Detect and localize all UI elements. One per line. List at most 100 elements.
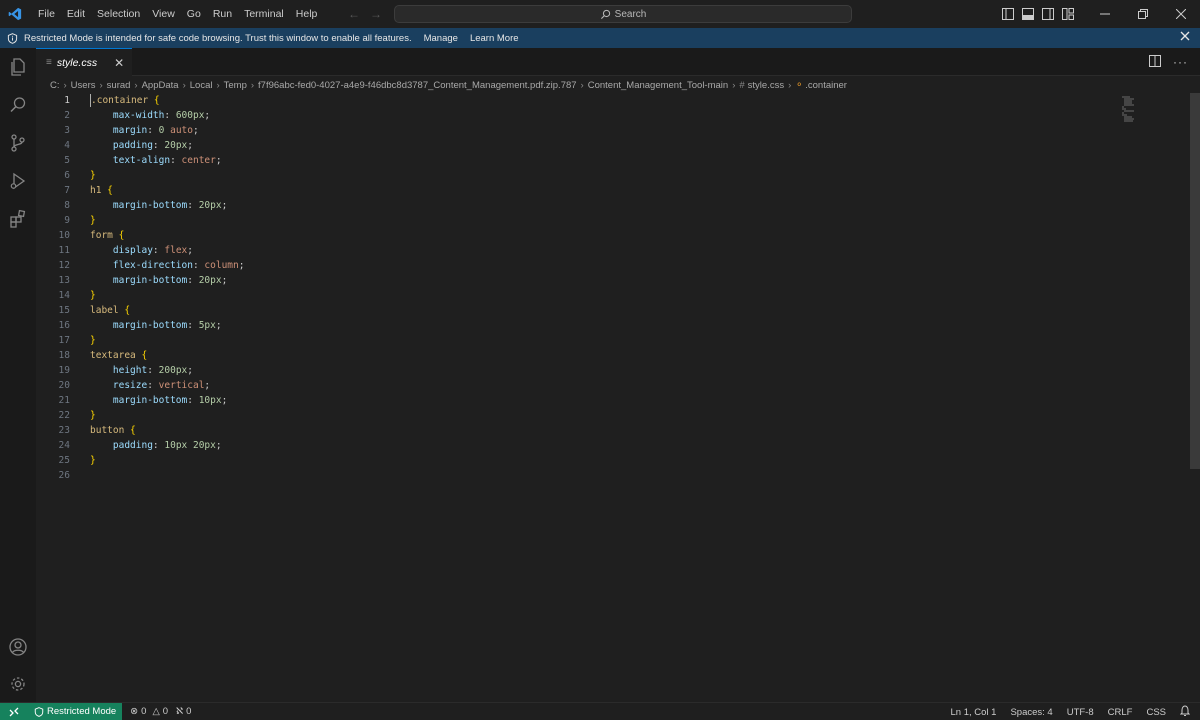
extensions-icon[interactable]	[0, 200, 36, 238]
menu-item-view[interactable]: View	[146, 0, 181, 28]
run-debug-icon[interactable]	[0, 162, 36, 200]
breadcrumb-item[interactable]: Content_Management_Tool-main	[588, 80, 728, 91]
code-line[interactable]: 8 margin-bottom: 20px;	[36, 198, 1136, 213]
code-line[interactable]: 15 label {	[36, 303, 1136, 318]
code-line[interactable]: 19 height: 200px;	[36, 363, 1136, 378]
search-view-icon[interactable]	[0, 86, 36, 124]
restricted-mode-status[interactable]: Restricted Mode	[28, 702, 123, 720]
breadcrumb-item[interactable]: Users	[71, 80, 96, 91]
code-line[interactable]: 16 margin-bottom: 5px;	[36, 318, 1136, 333]
breadcrumb-item[interactable]: .container	[805, 80, 847, 91]
token-sel: textarea	[90, 350, 142, 361]
code-line[interactable]: 20 resize: vertical;	[36, 378, 1136, 393]
code-line[interactable]: 18 textarea {	[36, 348, 1136, 363]
editor-scrollbar[interactable]	[1188, 93, 1200, 702]
breadcrumb-separator: ›	[99, 79, 103, 91]
code-line[interactable]: 12 flex-direction: column;	[36, 258, 1136, 273]
file-encoding[interactable]: UTF-8	[1067, 707, 1094, 718]
breadcrumb-item[interactable]: C:	[50, 80, 60, 91]
banner-close-icon[interactable]	[1180, 31, 1190, 44]
code-line[interactable]: 6}	[36, 168, 1136, 183]
breadcrumb-item[interactable]: Temp	[224, 80, 247, 91]
code-line[interactable]: 9}	[36, 213, 1136, 228]
end-of-line[interactable]: CRLF	[1108, 707, 1133, 718]
token-sel: form	[90, 230, 119, 241]
breadcrumb-item[interactable]: AppData	[142, 80, 179, 91]
menu-item-file[interactable]: File	[32, 0, 61, 28]
token-brace: {	[107, 185, 113, 196]
breadcrumb-separator: ›	[63, 79, 67, 91]
code-line[interactable]: 23 button {	[36, 423, 1136, 438]
breadcrumb-item[interactable]: style.css	[748, 80, 784, 91]
search-label: Search	[614, 8, 647, 20]
tab-close-icon[interactable]: ✕	[114, 56, 124, 70]
menu-item-terminal[interactable]: Terminal	[238, 0, 290, 28]
code-line[interactable]: 14}	[36, 288, 1136, 303]
code-line[interactable]: 4 padding: 20px;	[36, 138, 1136, 153]
error-count: 0	[141, 706, 147, 717]
code-line[interactable]: 26	[36, 468, 1136, 483]
scrollbar-thumb[interactable]	[1190, 93, 1200, 469]
line-number: 12	[58, 260, 70, 271]
more-actions-icon[interactable]: ···	[1173, 55, 1188, 69]
breadcrumb-item[interactable]: f7f96abc-fed0-4027-a4e9-f46dbc8d3787_Con…	[258, 80, 577, 91]
menu-item-edit[interactable]: Edit	[61, 0, 91, 28]
forward-arrow-icon[interactable]: →	[370, 7, 382, 21]
restore-icon[interactable]	[1124, 0, 1162, 28]
line-number: 18	[58, 350, 70, 361]
explorer-icon[interactable]	[0, 48, 36, 86]
code-line[interactable]: 3 margin: 0 auto;	[36, 123, 1136, 138]
code-line[interactable]: 25}	[36, 453, 1136, 468]
problems-status[interactable]: ⊗ 0 △ 0	[130, 706, 168, 717]
command-center-search[interactable]: Search	[394, 5, 852, 23]
code-editor[interactable]: 1 .container {2 max-width: 600px; 3 margin…	[36, 93, 1188, 702]
code-text: text-align: center;	[90, 153, 222, 168]
split-editor-icon[interactable]	[1149, 54, 1161, 70]
code-line[interactable]: 2 max-width: 600px;	[36, 108, 1136, 123]
minimize-icon[interactable]	[1086, 0, 1124, 28]
settings-gear-icon[interactable]	[0, 665, 36, 703]
menu-item-go[interactable]: Go	[181, 0, 207, 28]
notifications-bell-icon[interactable]	[1179, 705, 1191, 719]
code-line[interactable]: 11 display: flex;	[36, 243, 1136, 258]
accounts-icon[interactable]	[0, 628, 36, 666]
code-line[interactable]: 21 margin-bottom: 10px;	[36, 393, 1136, 408]
code-line[interactable]: 17}	[36, 333, 1136, 348]
restricted-mode-label: Restricted Mode	[47, 706, 117, 717]
token-prop: margin-bottom	[90, 320, 188, 331]
code-line[interactable]: 1 .container {	[36, 93, 1136, 108]
token-sel: h1	[90, 185, 108, 196]
nav-arrows: ← →	[348, 0, 382, 28]
code-line[interactable]: 10 form {	[36, 228, 1136, 243]
banner-manage-link[interactable]: Manage	[424, 33, 458, 44]
menu-item-selection[interactable]: Selection	[91, 0, 146, 28]
remote-indicator-icon[interactable]	[0, 702, 28, 720]
indentation[interactable]: Spaces: 4	[1010, 707, 1052, 718]
menu-item-run[interactable]: Run	[207, 0, 238, 28]
token-punc: :	[187, 275, 199, 286]
breadcrumb-item[interactable]: surad	[107, 80, 131, 91]
close-window-icon[interactable]	[1162, 0, 1200, 28]
toggle-panel-icon[interactable]	[1018, 0, 1038, 28]
breadcrumb-item[interactable]: Local	[190, 80, 213, 91]
source-control-icon[interactable]	[0, 124, 36, 162]
code-line[interactable]: 24 padding: 10px 20px;	[36, 438, 1136, 453]
banner-learn-more-link[interactable]: Learn More	[470, 33, 519, 44]
token-prop: height	[90, 365, 148, 376]
ports-count: 0	[186, 706, 192, 717]
code-line[interactable]: 22}	[36, 408, 1136, 423]
customize-layout-icon[interactable]	[1058, 0, 1078, 28]
code-line[interactable]: 13 margin-bottom: 20px;	[36, 273, 1136, 288]
toggle-primary-sidebar-icon[interactable]	[998, 0, 1018, 28]
toggle-secondary-sidebar-icon[interactable]	[1038, 0, 1058, 28]
back-arrow-icon[interactable]: ←	[348, 7, 360, 21]
code-line[interactable]: 5 text-align: center;	[36, 153, 1136, 168]
menu-item-help[interactable]: Help	[290, 0, 324, 28]
code-line[interactable]: 7 h1 {	[36, 183, 1136, 198]
token-brace: {	[153, 95, 160, 106]
cursor-position[interactable]: Ln 1, Col 1	[951, 707, 997, 718]
language-mode[interactable]: CSS	[1146, 707, 1166, 718]
token-num: 10px	[198, 395, 222, 406]
ports-status[interactable]: ℵ 0	[176, 706, 191, 717]
tab-style-css[interactable]: ≡ style.css ✕	[36, 48, 132, 76]
